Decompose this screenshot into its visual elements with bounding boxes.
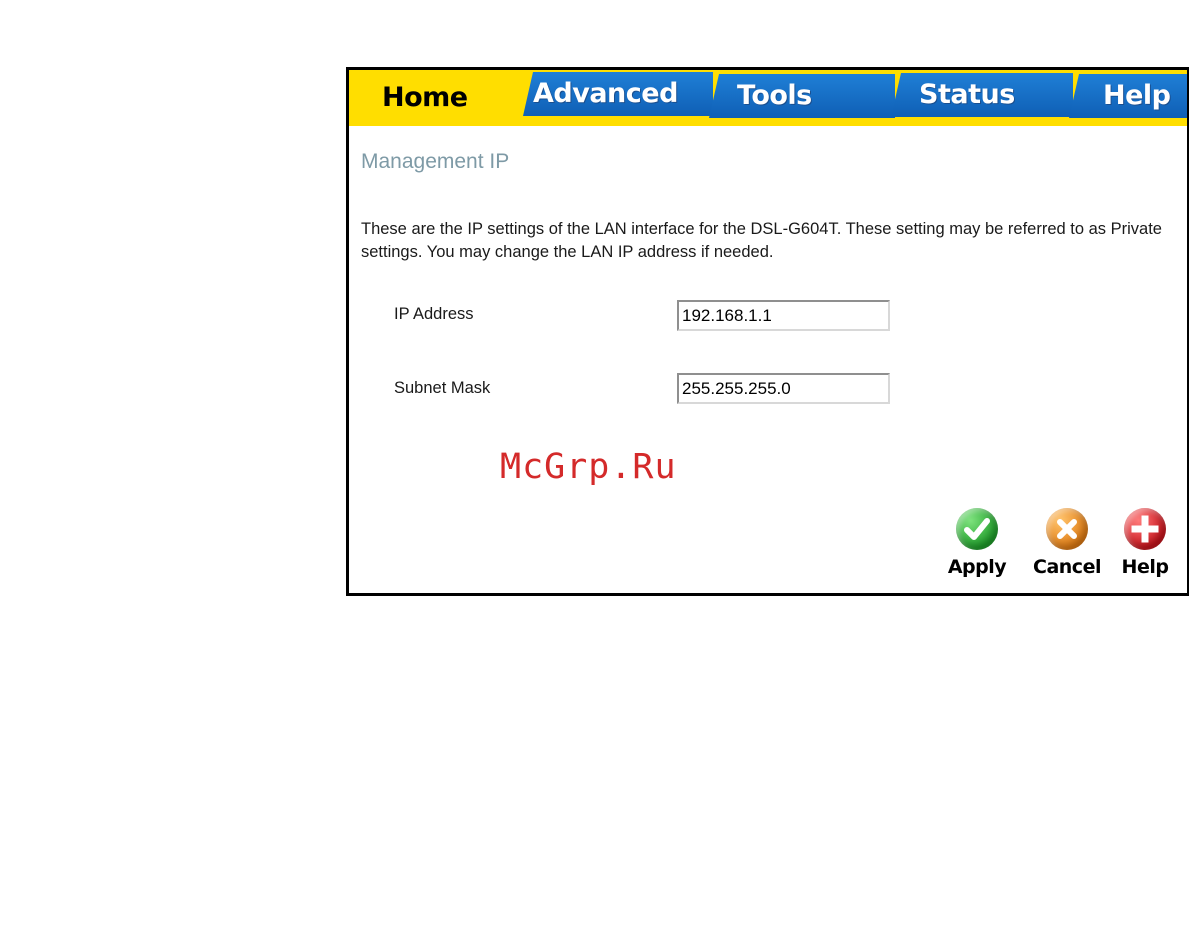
ip-address-input[interactable]	[677, 300, 890, 331]
subnet-mask-input[interactable]	[677, 373, 890, 404]
cancel-label: Cancel	[1033, 556, 1101, 578]
apply-label: Apply	[947, 556, 1007, 578]
check-icon	[956, 508, 998, 550]
subnet-mask-label: Subnet Mask	[394, 379, 491, 397]
main-navigation-bar: Home Advanced Tools Status Help	[349, 70, 1187, 126]
help-label: Help	[1121, 556, 1169, 578]
tab-home[interactable]: Home	[349, 76, 524, 120]
tab-tools[interactable]: Tools	[709, 74, 895, 118]
help-button[interactable]: Help	[1115, 508, 1175, 578]
router-config-window: Home Advanced Tools Status Help Manageme…	[346, 67, 1189, 596]
watermark: McGrp.Ru	[500, 447, 677, 487]
plus-icon	[1124, 508, 1166, 550]
page-title: Management IP	[361, 150, 510, 173]
tab-help[interactable]: Help	[1069, 74, 1187, 118]
tab-advanced[interactable]: Advanced	[523, 72, 713, 116]
cancel-button[interactable]: Cancel	[1027, 508, 1107, 578]
apply-button[interactable]: Apply	[941, 508, 1013, 578]
x-icon	[1046, 508, 1088, 550]
page-description: These are the IP settings of the LAN int…	[361, 220, 1162, 261]
ip-address-label: IP Address	[394, 305, 474, 323]
tab-status[interactable]: Status	[891, 73, 1073, 117]
